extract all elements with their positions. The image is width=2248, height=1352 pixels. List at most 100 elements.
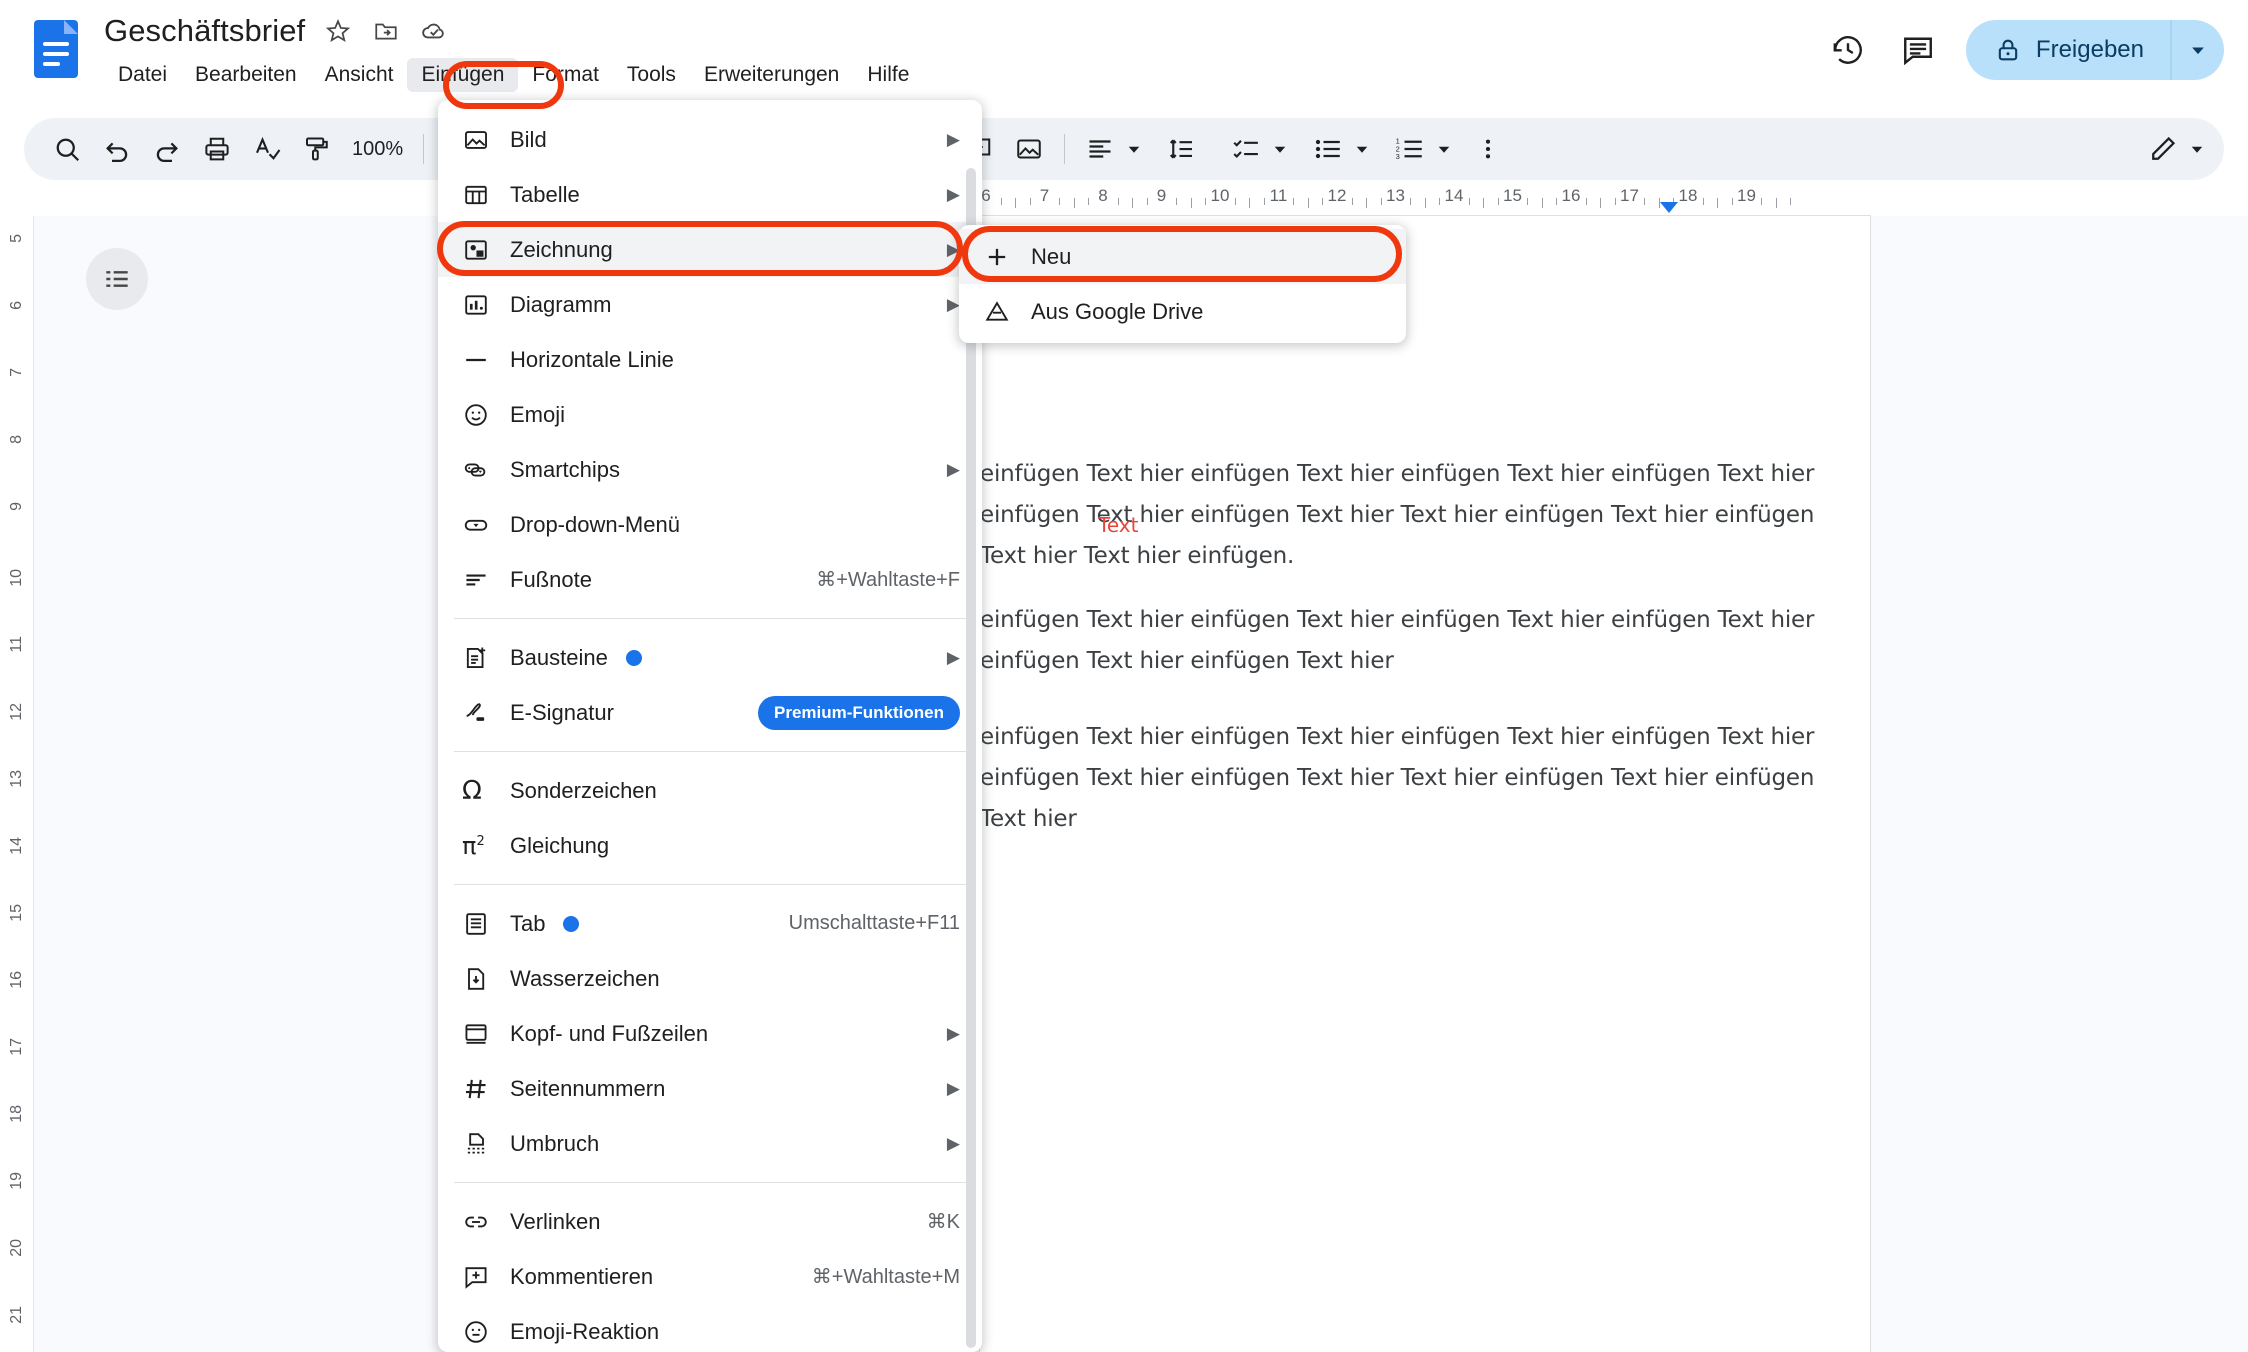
document-paragraph-3[interactable]: einfügen Text hier einfügen Text hier ei…	[980, 717, 1860, 840]
numbered-list-icon[interactable]: 1 2 3	[1385, 124, 1435, 174]
menu-ansicht[interactable]: Ansicht	[311, 58, 408, 92]
insert-menu-item-drop-down-men[interactable]: Drop-down-Menü	[438, 497, 982, 552]
insert-menu-item-horizontale-linie[interactable]: Horizontale Linie	[438, 332, 982, 387]
insert-menu-item-kommentieren[interactable]: Kommentieren ⌘+Wahltaste+M	[438, 1249, 982, 1304]
ruler-number: 11	[1269, 186, 1288, 205]
bulleted-list-icon[interactable]	[1303, 124, 1353, 174]
toolbar: 100% 36 B I U A	[24, 118, 2224, 180]
insert-menu-item-fu-note[interactable]: Fußnote ⌘+Wahltaste+F	[438, 552, 982, 607]
insert-menu-item-wasserzeichen[interactable]: Wasserzeichen	[438, 951, 982, 1006]
align-group[interactable]	[1075, 124, 1143, 174]
ruler-tick	[1614, 198, 1616, 205]
new-feature-dot-icon	[563, 915, 580, 932]
checklist-group[interactable]	[1221, 124, 1289, 174]
toolbar-divider	[423, 134, 425, 164]
document-outline-icon[interactable]	[86, 248, 148, 310]
share-dropdown-caret[interactable]	[2170, 20, 2224, 80]
insert-menu-item-smartchips[interactable]: Smartchips ▶	[438, 442, 982, 497]
vertical-ruler-number: 15	[8, 904, 25, 922]
vertical-ruler[interactable]: 5 6 7 8 9 10 11 12 13 14 15 16 17 18 19 20 21	[0, 216, 34, 1352]
align-icon[interactable]	[1075, 124, 1125, 174]
ruler-number: 13	[1386, 186, 1405, 205]
insert-menu-item-sonderzeichen[interactable]: Ω Sonderzeichen	[438, 763, 982, 818]
checklist-icon[interactable]	[1221, 124, 1271, 174]
ruler-tick	[1073, 198, 1075, 208]
insert-menu-item-diagramm[interactable]: Diagramm ▶	[438, 277, 982, 332]
chevron-down-icon	[2192, 47, 2204, 55]
insert-menu-item-emoji-reaktion[interactable]: Emoji-Reaktion	[438, 1304, 982, 1352]
insert-image-icon[interactable]	[1004, 124, 1054, 174]
insert-menu-item-label: Fußnote	[510, 566, 592, 592]
ruler-number: 16	[1561, 186, 1581, 205]
vertical-ruler-number: 10	[8, 569, 25, 587]
menu-tools[interactable]: Tools	[613, 58, 690, 92]
ruler-tick	[1644, 198, 1646, 205]
special-characters-icon: Ω	[462, 775, 482, 806]
zoom-level[interactable]: 100%	[342, 124, 413, 174]
insert-menu-item-label: Kommentieren	[510, 1263, 654, 1289]
image-icon	[462, 126, 510, 154]
menu-bearbeiten[interactable]: Bearbeiten	[181, 58, 311, 92]
editing-mode-icon[interactable]	[2138, 124, 2188, 174]
move-to-folder-icon[interactable]	[371, 16, 401, 46]
menu-scrollbar[interactable]	[966, 168, 976, 1348]
insert-menu-item-tabelle[interactable]: Tabelle ▶	[438, 167, 982, 222]
indent-marker[interactable]	[1660, 202, 1678, 213]
lock-icon	[1998, 39, 2018, 61]
print-icon[interactable]	[192, 124, 242, 174]
google-docs-logo[interactable]	[34, 20, 78, 78]
editing-mode-group[interactable]	[2138, 124, 2206, 174]
google-drive-icon	[983, 298, 1031, 326]
more-options-icon[interactable]	[1463, 124, 1513, 174]
menu-einfuegen[interactable]: Einfügen	[407, 58, 519, 92]
paint-format-icon[interactable]	[292, 124, 342, 174]
line-spacing-icon[interactable]	[1157, 124, 1207, 174]
insert-menu-item-umbruch[interactable]: Umbruch ▶	[438, 1116, 982, 1171]
menu-divider	[454, 884, 966, 885]
horizontal-ruler[interactable]: 6 7 8 9 10 11 12 13 14 15 16 17 18 19	[0, 184, 2248, 216]
insert-menu-item-zeichnung[interactable]: Zeichnung ▶	[438, 222, 982, 277]
bulleted-list-group[interactable]	[1303, 124, 1371, 174]
star-icon[interactable]	[323, 16, 353, 46]
insert-menu-item-gleichung[interactable]: π2 Gleichung	[438, 818, 982, 873]
undo-icon[interactable]	[92, 124, 142, 174]
numbered-list-group[interactable]: 1 2 3	[1385, 124, 1453, 174]
page-numbers-icon	[462, 1075, 510, 1103]
document-paragraph-2[interactable]: einfügen Text hier einfügen Text hier ei…	[980, 600, 1860, 682]
insert-menu-item-emoji[interactable]: Emoji	[438, 387, 982, 442]
share-button-main[interactable]: Freigeben	[1966, 20, 2170, 80]
insert-menu-item-kopf-und-fu-zeilen[interactable]: Kopf- und Fußzeilen ▶	[438, 1006, 982, 1061]
insert-menu-item-bausteine[interactable]: Bausteine ▶	[438, 630, 982, 685]
menu-hilfe[interactable]: Hilfe	[853, 58, 923, 92]
cloud-saved-icon[interactable]	[419, 16, 449, 46]
page-title[interactable]: Geschäftsbrief	[104, 13, 305, 49]
vertical-ruler-number: 8	[8, 435, 25, 444]
toolbar-divider-4	[1064, 134, 1066, 164]
ruler-tick	[1029, 198, 1031, 205]
insert-menu-item-bild[interactable]: Bild ▶	[438, 112, 982, 167]
insert-menu-item-verlinken[interactable]: Verlinken ⌘K	[438, 1194, 982, 1249]
insert-menu-item-seitennummern[interactable]: Seitennummern ▶	[438, 1061, 982, 1116]
menu-item-shortcut: ⌘+Wahltaste+M	[811, 1266, 960, 1288]
insert-menu-panel[interactable]: Bild ▶ Tabelle ▶ Zeichnung ▶ Diagramm ▶ Horizont…	[438, 100, 982, 1352]
share-button[interactable]: Freigeben	[1965, 20, 2224, 80]
menu-erweiterungen[interactable]: Erweiterungen	[690, 58, 853, 92]
drawing-submenu[interactable]: Neu Aus Google Drive	[959, 225, 1406, 343]
watermark-icon	[462, 965, 510, 993]
spellcheck-icon[interactable]	[242, 124, 292, 174]
document-page[interactable]: einfügen Text hier einfügen Text hier ei…	[980, 216, 1870, 1352]
vertical-ruler-number: 7	[8, 368, 25, 377]
insert-menu-item-e-signatur[interactable]: E-Signatur Premium-Funktionen	[438, 685, 982, 740]
version-history-icon[interactable]	[1826, 28, 1870, 72]
ruler-tick	[1190, 198, 1192, 208]
comment-history-icon[interactable]	[1896, 28, 1940, 72]
menu-datei[interactable]: Datei	[104, 58, 181, 92]
redo-icon[interactable]	[142, 124, 192, 174]
emoji-icon	[462, 401, 510, 429]
submenu-item-google-drive[interactable]: Aus Google Drive	[959, 284, 1406, 339]
search-icon[interactable]	[42, 124, 92, 174]
menu-format[interactable]: Format	[518, 58, 613, 92]
share-button-label: Freigeben	[2035, 36, 2144, 63]
insert-menu-item-tab[interactable]: Tab Umschalttaste+F11	[438, 896, 982, 951]
submenu-item-neu[interactable]: Neu	[959, 229, 1406, 284]
